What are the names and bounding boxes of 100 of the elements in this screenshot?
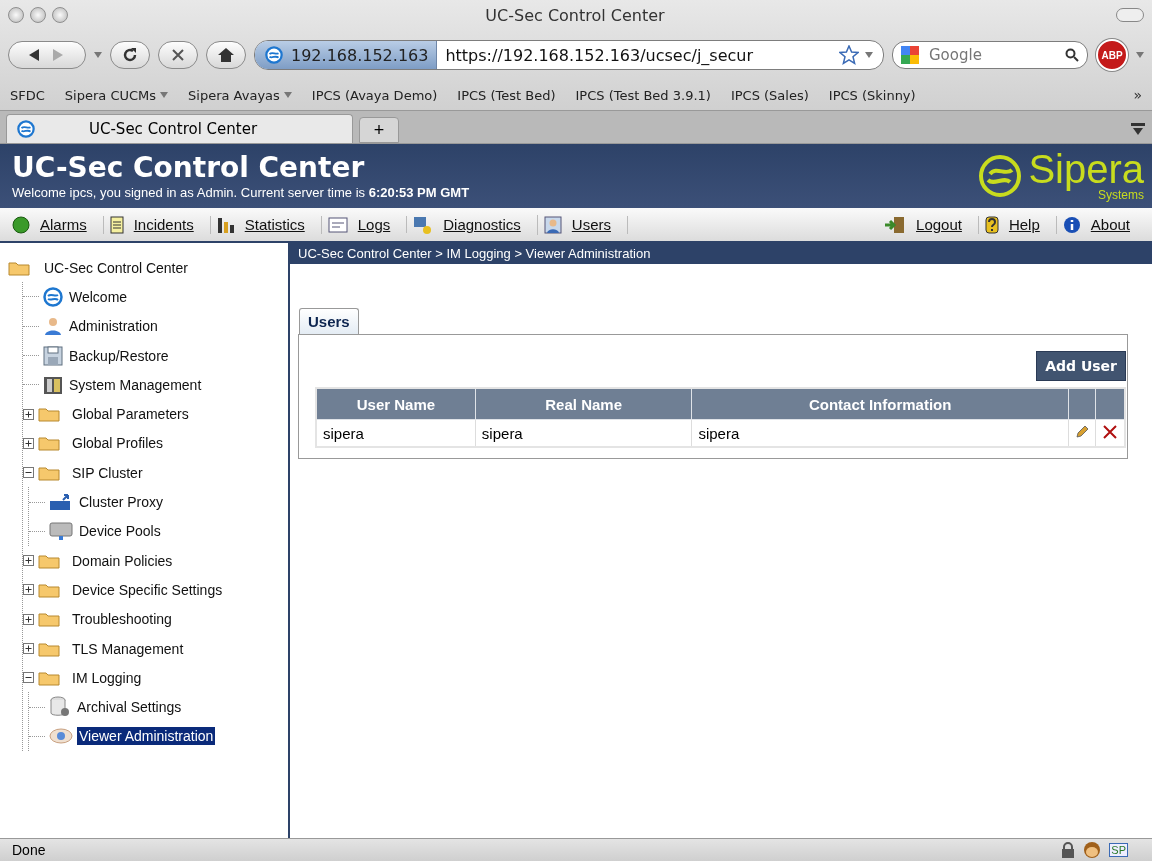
info-icon	[1062, 215, 1081, 234]
tree-item[interactable]: Cluster Proxy	[77, 493, 166, 511]
collapse-toggle-icon[interactable]	[23, 672, 34, 684]
tab-title: UC-Sec Control Center	[89, 120, 258, 138]
tree-item[interactable]: Viewer Administration	[77, 727, 216, 746]
toolbar-toggle-button[interactable]	[1116, 8, 1144, 22]
nav-link[interactable]: Logout	[878, 215, 979, 234]
expand-toggle-icon[interactable]	[23, 437, 34, 449]
tree-item[interactable]: IM Logging	[70, 668, 144, 687]
bookmarks-overflow-button[interactable]: »	[1133, 87, 1142, 103]
collapse-toggle-icon[interactable]	[23, 467, 34, 479]
nav-link[interactable]: Help	[978, 215, 1057, 234]
tree-item[interactable]: Domain Policies	[70, 551, 175, 570]
eye-icon	[49, 728, 73, 745]
expand-toggle-icon[interactable]	[23, 555, 34, 567]
bookmark-link[interactable]: SFDC	[10, 87, 45, 103]
nav-link[interactable]: Diagnostics	[407, 214, 538, 235]
zoom-window-button[interactable]	[52, 7, 68, 23]
swirl-logo-icon	[978, 154, 1023, 198]
breadcrumb: UC-Sec Control Center > IM Logging > Viewer Administration	[290, 243, 1152, 264]
folder-icon	[38, 611, 60, 628]
tree-item[interactable]: Global Profiles	[70, 434, 166, 453]
tree-item[interactable]: System Management	[67, 375, 204, 394]
tree-item[interactable]: Device Specific Settings	[70, 580, 225, 599]
tree-item[interactable]: Administration	[67, 317, 160, 336]
column-header: User Name	[316, 388, 476, 420]
column-header: Real Name	[475, 388, 692, 420]
folder-icon	[38, 552, 60, 569]
bookmark-link[interactable]: IPCS (Sales)	[730, 87, 809, 103]
app-title: UC-Sec Control Center	[12, 152, 366, 183]
tab-list-icon[interactable]	[1130, 121, 1146, 137]
nav-link[interactable]: Logs	[321, 216, 408, 233]
expand-toggle-icon[interactable]	[23, 613, 34, 625]
google-logo-icon	[901, 46, 921, 64]
expand-toggle-icon[interactable]	[23, 584, 34, 596]
folder-icon	[38, 464, 60, 481]
person-icon	[543, 215, 562, 234]
caret-icon	[283, 92, 292, 98]
site-identity: 192.168.152.163	[291, 45, 429, 65]
bookmark-link[interactable]: Sipera CUCMs	[64, 87, 169, 103]
bookmark-link[interactable]: Sipera Avayas	[188, 87, 292, 103]
browser-tab[interactable]: UC-Sec Control Center	[6, 114, 353, 143]
status-text: Done	[12, 842, 46, 858]
nav-link[interactable]: Statistics	[210, 215, 322, 234]
back-forward-button[interactable]	[8, 41, 86, 69]
caret-icon	[94, 52, 102, 58]
document-icon	[327, 216, 348, 233]
close-window-button[interactable]	[8, 7, 24, 23]
address-bar[interactable]: 192.168.152.163 https://192.168.152.163/ucsec/j_secur	[254, 40, 884, 70]
folder-icon	[38, 581, 60, 598]
tree-item[interactable]: Troubleshooting	[70, 610, 174, 629]
nav-link[interactable]: Alarms	[6, 215, 104, 234]
pencil-icon[interactable]	[1074, 424, 1089, 439]
panel-tab[interactable]: Users	[299, 308, 359, 334]
bar-chart-icon	[216, 215, 235, 234]
url-text: https://192.168.152.163/ucsec/j_secur	[444, 45, 755, 65]
tree-item[interactable]: SIP Cluster	[70, 463, 145, 482]
network-device-icon	[49, 492, 73, 512]
reload-button[interactable]	[110, 41, 150, 69]
server-icon	[49, 521, 73, 542]
expand-toggle-icon[interactable]	[23, 643, 34, 654]
new-tab-button[interactable]: +	[359, 117, 399, 143]
search-input[interactable]: Google	[927, 45, 1059, 65]
tree-item[interactable]: Backup/Restore	[67, 346, 171, 365]
expand-toggle-icon[interactable]	[23, 408, 34, 420]
tree-item[interactable]: TLS Management	[70, 639, 186, 658]
close-icon	[171, 48, 185, 62]
bookmark-link[interactable]: IPCS (Skinny)	[828, 87, 916, 103]
list-icon	[109, 215, 124, 234]
swirl-logo-icon	[265, 46, 283, 64]
stop-button[interactable]	[158, 41, 198, 69]
tree-item[interactable]: Global Parameters	[70, 405, 191, 424]
minimize-window-button[interactable]	[30, 7, 46, 23]
bookmark-link[interactable]: IPCS (Test Bed)	[457, 87, 556, 103]
welcome-text: Welcome ipcs, you signed in as Admin. Current server time is 6:20:53 PM GMT	[12, 184, 470, 200]
person-icon	[43, 316, 63, 337]
bookmark-link[interactable]: IPCS (Test Bed 3.9.1)	[575, 87, 711, 103]
home-button[interactable]	[206, 41, 246, 69]
bookmark-link[interactable]: IPCS (Avaya Demo)	[311, 87, 438, 103]
caret-icon	[160, 92, 169, 98]
extension-badge[interactable]: SP	[1109, 843, 1128, 857]
delete-icon[interactable]	[1101, 423, 1118, 440]
cabinet-icon	[43, 374, 63, 395]
search-field[interactable]: Google	[892, 41, 1088, 69]
tree-item[interactable]: Archival Settings	[75, 698, 184, 717]
folder-icon	[38, 640, 60, 657]
window-title: UC-Sec Control Center	[484, 5, 666, 25]
tree-item[interactable]: Welcome	[67, 287, 130, 306]
nav-link[interactable]: Incidents	[103, 215, 211, 234]
swirl-logo-icon	[17, 120, 35, 138]
help-icon	[984, 215, 999, 234]
column-header: Contact Information	[691, 388, 1069, 420]
nav-link[interactable]: Users	[537, 215, 628, 234]
add-user-button[interactable]: Add User	[1036, 351, 1126, 381]
nav-link[interactable]: About	[1056, 215, 1146, 234]
tree-item[interactable]: UC-Sec Control Center	[42, 258, 190, 277]
adblock-button[interactable]: ABP	[1096, 39, 1128, 71]
tree-item[interactable]: Device Pools	[77, 522, 163, 541]
folder-icon	[38, 669, 60, 686]
search-icon	[1065, 48, 1079, 62]
